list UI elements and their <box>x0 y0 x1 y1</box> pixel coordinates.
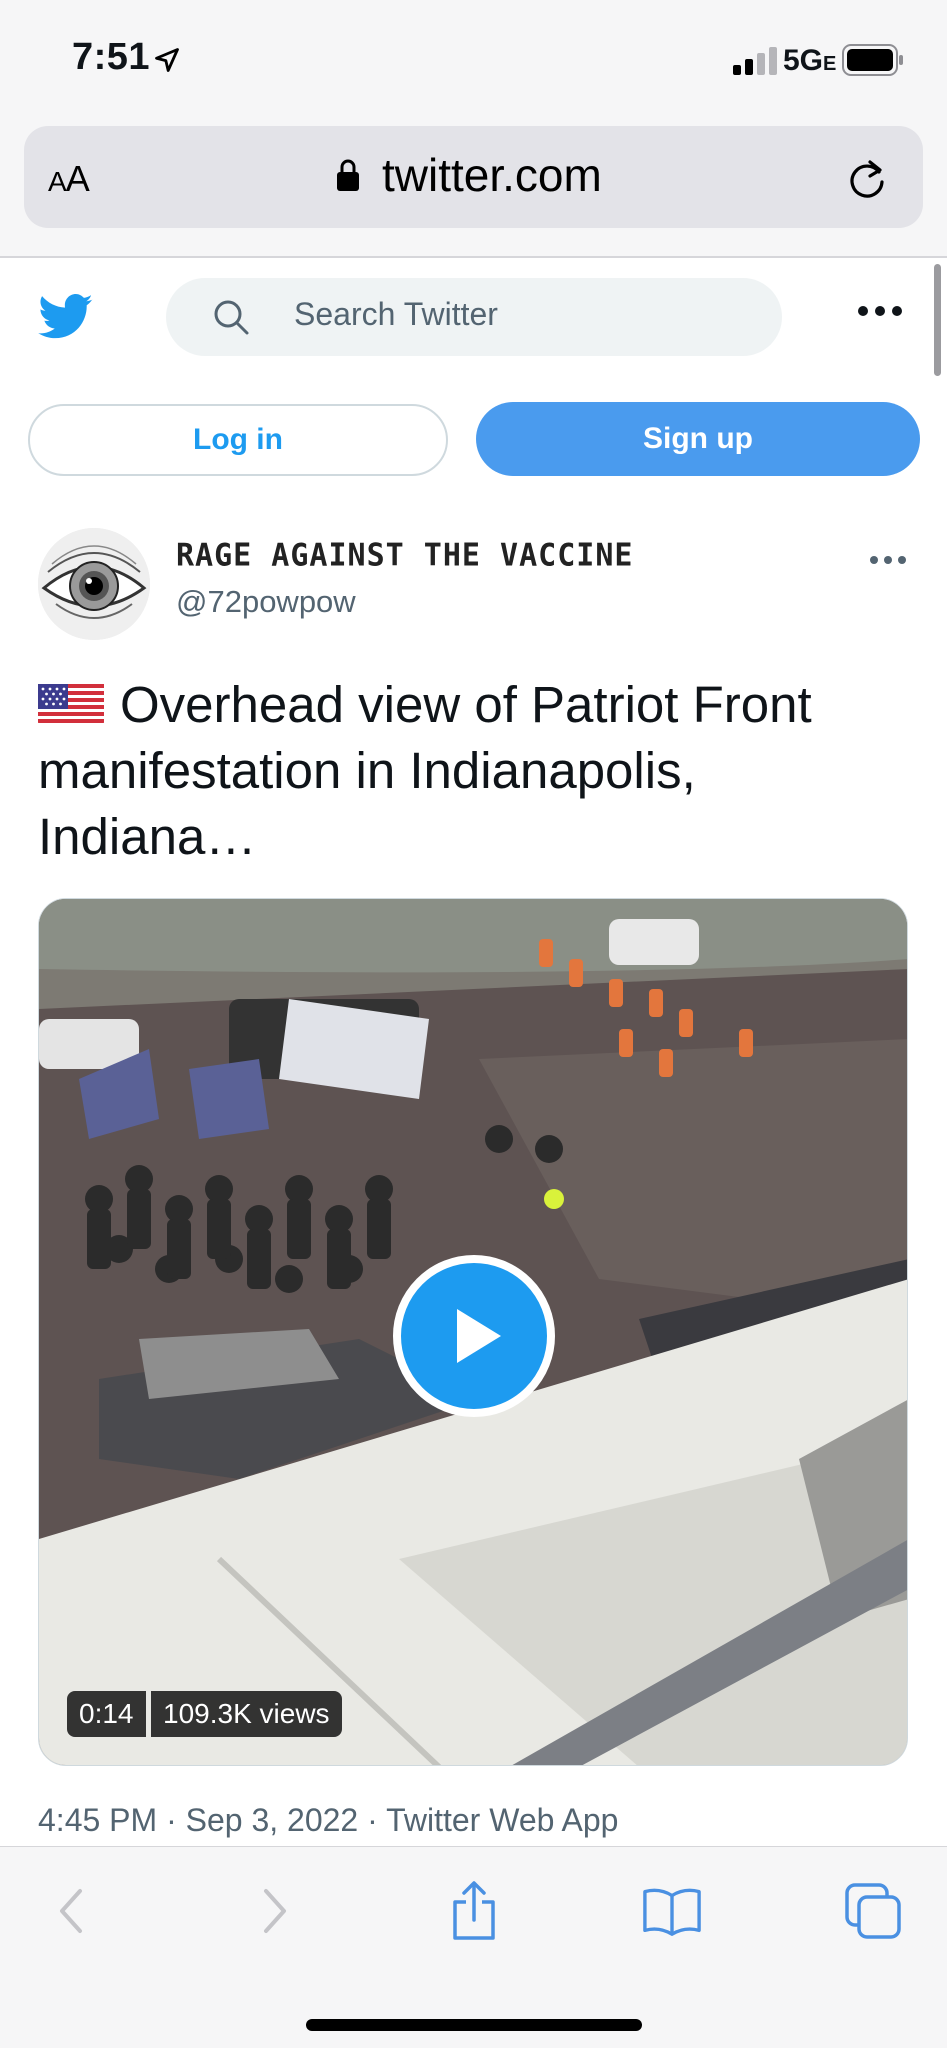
play-icon <box>457 1309 501 1363</box>
tabs-button[interactable] <box>844 1881 904 1941</box>
author-handle[interactable]: @72powpow <box>176 584 356 620</box>
lock-icon <box>337 159 359 191</box>
dot <box>870 556 878 564</box>
twitter-bird-icon[interactable] <box>38 294 94 340</box>
chevron-left-icon <box>60 1889 82 1933</box>
dot <box>892 306 902 316</box>
cellular-signal-icon <box>733 47 777 75</box>
tweet-timestamp[interactable]: 4:45 PM · Sep 3, 2022 · Twitter Web App <box>38 1802 618 1839</box>
forward-button[interactable] <box>244 1881 304 1941</box>
search-box[interactable] <box>166 278 782 356</box>
location-arrow-icon <box>155 48 179 72</box>
status-bar: 7:51 5GE <box>0 0 947 120</box>
signup-button[interactable]: Sign up <box>476 402 920 476</box>
reload-icon[interactable] <box>846 156 888 200</box>
search-icon <box>214 300 249 335</box>
tweet-more-icon[interactable] <box>870 556 906 566</box>
tweet-text: Overhead view of Patriot Front manifesta… <box>38 672 918 870</box>
tabs-icon <box>845 1883 901 1939</box>
search-input[interactable] <box>294 296 754 333</box>
chevron-right-icon <box>264 1889 286 1933</box>
bookmarks-button[interactable] <box>642 1881 702 1941</box>
book-icon <box>643 1888 701 1936</box>
share-icon <box>453 1881 495 1940</box>
status-time: 7:51 <box>72 36 151 78</box>
play-button[interactable] <box>393 1255 555 1417</box>
us-flag-icon <box>38 680 104 726</box>
avatar[interactable] <box>38 528 150 640</box>
network-indicator: 5GE <box>783 44 837 77</box>
address-bar[interactable]: AA twitter.com <box>24 126 923 228</box>
author-display-name[interactable]: RAGE AGAINST THE VACCINE <box>176 537 633 574</box>
video-views: 109.3K views <box>151 1691 342 1737</box>
battery-icon <box>842 44 903 76</box>
home-indicator[interactable] <box>306 2019 642 2031</box>
dot <box>884 556 892 564</box>
dot <box>875 306 885 316</box>
video-player[interactable]: 0:14 109.3K views <box>38 898 908 1766</box>
text-size-button[interactable]: AA <box>48 158 90 200</box>
url-text[interactable]: twitter.com <box>382 148 602 202</box>
twitter-page: Log in Sign up RAGE AGAINST THE VACCINE … <box>0 258 947 1846</box>
more-options-icon[interactable] <box>858 306 902 320</box>
login-button[interactable]: Log in <box>28 404 448 476</box>
back-button[interactable] <box>42 1881 102 1941</box>
share-button[interactable] <box>444 1881 504 1941</box>
video-duration: 0:14 <box>67 1691 146 1737</box>
scroll-indicator[interactable] <box>934 264 941 376</box>
eye-avatar-image <box>38 528 150 640</box>
safari-toolbar <box>0 1846 947 2048</box>
dot <box>898 556 906 564</box>
tweet-body: Overhead view of Patriot Front manifesta… <box>38 676 812 865</box>
dot <box>858 306 868 316</box>
